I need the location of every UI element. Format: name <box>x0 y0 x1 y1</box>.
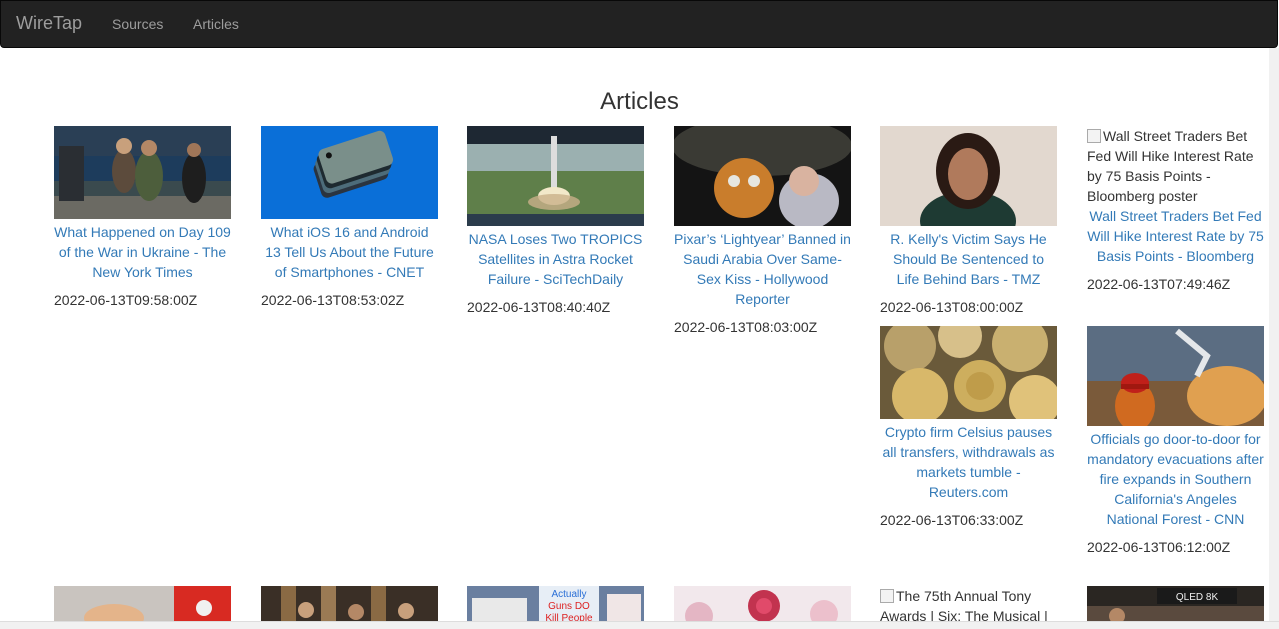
article-thumbnail[interactable]: QLED 8K <box>1087 586 1264 623</box>
article-image-alt[interactable]: Wall Street Traders Bet Fed Will Hike In… <box>1087 126 1264 206</box>
page-title: Articles <box>600 88 679 115</box>
article-card: NASA Loses Two TROPICS Satellites in Ast… <box>467 126 644 317</box>
article-card: What iOS 16 and Android 13 Tell Us About… <box>261 126 438 310</box>
article-thumbnail[interactable] <box>674 126 851 226</box>
article-thumbnail[interactable] <box>674 586 851 623</box>
article-card: Actually Guns DO Kill People <box>467 586 644 623</box>
sign-text: Actually <box>551 589 586 600</box>
article-card <box>54 586 231 623</box>
article-card <box>674 586 851 623</box>
article-thumbnail[interactable] <box>467 126 644 226</box>
horizontal-scrollbar[interactable] <box>0 621 1279 629</box>
article-card: What Happened on Day 109 of the War in U… <box>54 126 231 310</box>
article-card: Officials go door-to-door for mandatory … <box>1087 326 1264 557</box>
article-date: 2022-06-13T06:12:00Z <box>1087 539 1231 555</box>
sign-text: QLED 8K <box>1176 592 1219 603</box>
article-thumbnail[interactable] <box>880 126 1057 226</box>
article-title-link[interactable]: Wall Street Traders Bet Fed Will Hike In… <box>1087 206 1264 266</box>
broken-image-icon <box>880 589 894 603</box>
nav-link-sources[interactable]: Sources <box>112 16 163 32</box>
broken-image-icon <box>1087 129 1101 143</box>
article-date: 2022-06-13T08:53:02Z <box>261 292 405 308</box>
article-date: 2022-06-13T08:00:00Z <box>880 299 1024 315</box>
article-date: 2022-06-13T06:33:00Z <box>880 512 1024 528</box>
article-date: 2022-06-13T09:58:00Z <box>54 292 198 308</box>
article-card: Wall Street Traders Bet Fed Will Hike In… <box>1087 126 1264 294</box>
article-thumbnail[interactable] <box>880 326 1057 419</box>
article-title-link[interactable]: Pixar’s ‘Lightyear’ Banned in Saudi Arab… <box>674 229 851 309</box>
article-thumbnail[interactable]: Actually Guns DO Kill People <box>467 586 644 623</box>
article-image-alt[interactable]: The 75th Annual Tony Awards | Six: The M… <box>880 586 1057 623</box>
article-date: 2022-06-13T08:40:40Z <box>467 299 611 315</box>
navbar: WireTap Sources Articles <box>0 0 1278 48</box>
article-thumbnail[interactable] <box>54 126 231 219</box>
article-thumbnail[interactable] <box>261 126 438 219</box>
article-title-link[interactable]: R. Kelly's Victim Says He Should Be Sent… <box>880 229 1057 289</box>
brand-link[interactable]: WireTap <box>16 13 82 34</box>
article-date: 2022-06-13T07:49:46Z <box>1087 276 1231 292</box>
article-thumbnail[interactable] <box>54 586 231 623</box>
article-title-link[interactable]: Officials go door-to-door for mandatory … <box>1087 429 1264 529</box>
article-card <box>261 586 438 623</box>
article-card: Pixar’s ‘Lightyear’ Banned in Saudi Arab… <box>674 126 851 337</box>
article-thumbnail[interactable] <box>261 586 438 623</box>
article-title-link[interactable]: NASA Loses Two TROPICS Satellites in Ast… <box>467 229 644 289</box>
vertical-scrollbar[interactable] <box>1269 48 1279 629</box>
article-date: 2022-06-13T08:03:00Z <box>674 319 818 335</box>
article-title-link[interactable]: What Happened on Day 109 of the War in U… <box>54 222 231 282</box>
article-thumbnail[interactable] <box>1087 326 1264 426</box>
nav-link-articles[interactable]: Articles <box>193 16 239 32</box>
article-card: QLED 8K <box>1087 586 1264 623</box>
article-title-link[interactable]: Crypto firm Celsius pauses all transfers… <box>880 422 1057 502</box>
article-title-link[interactable]: What iOS 16 and Android 13 Tell Us About… <box>261 222 438 282</box>
article-card: The 75th Annual Tony Awards | Six: The M… <box>880 586 1057 623</box>
sign-text: Guns DO <box>548 601 590 612</box>
article-card: R. Kelly's Victim Says He Should Be Sent… <box>880 126 1057 317</box>
article-card: Crypto firm Celsius pauses all transfers… <box>880 326 1057 530</box>
